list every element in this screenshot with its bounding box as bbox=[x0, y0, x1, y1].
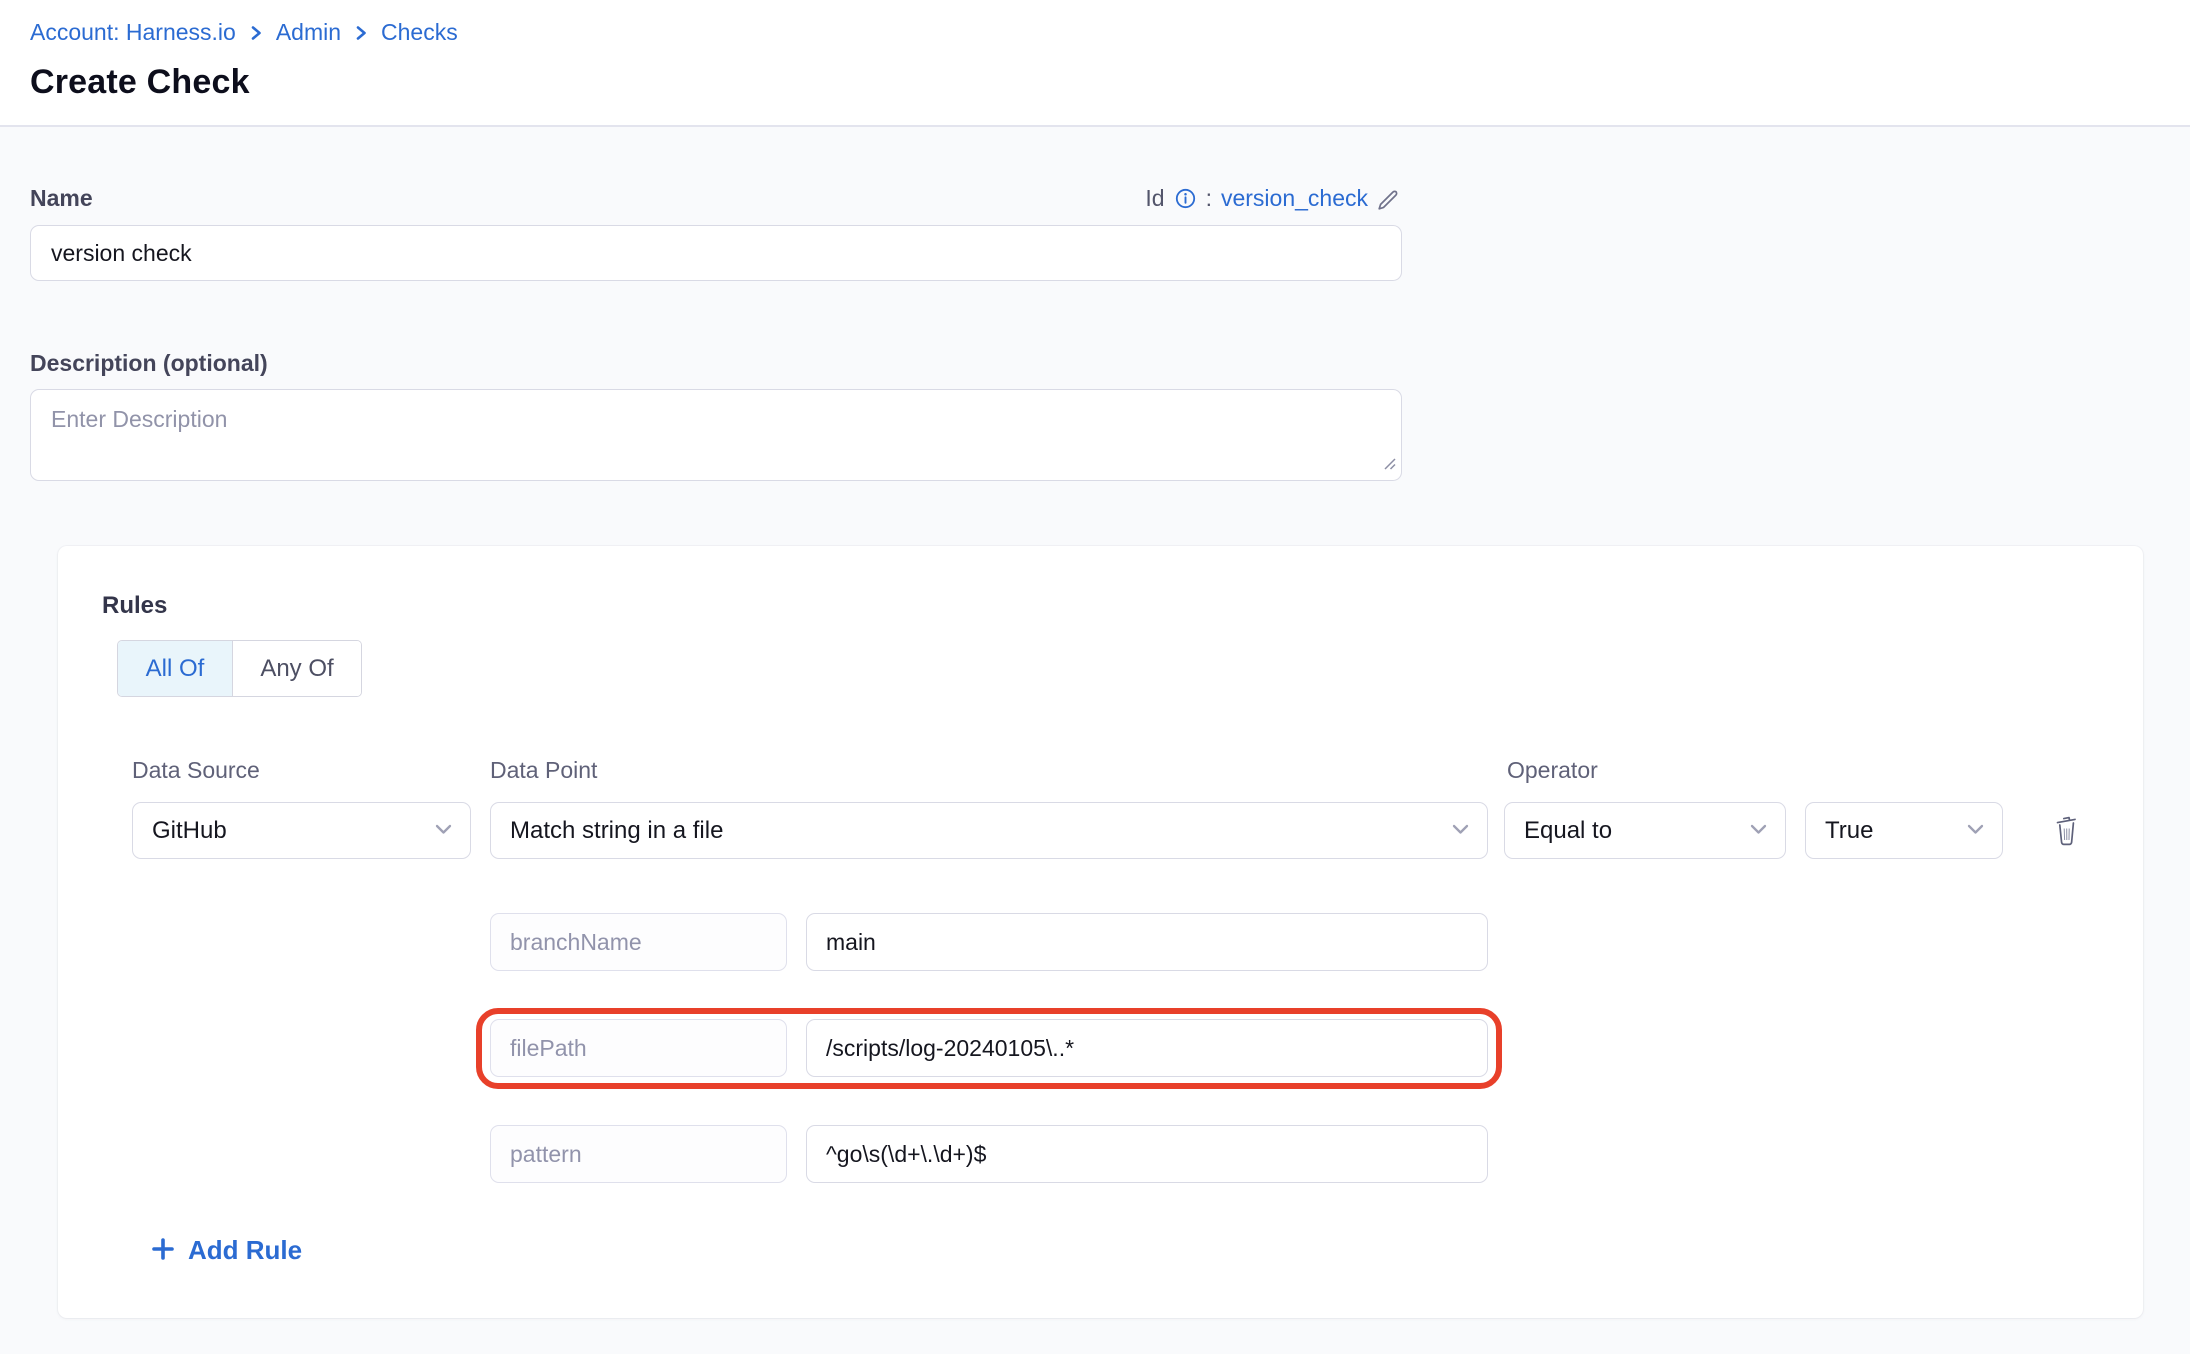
id-label: Id bbox=[1145, 185, 1164, 212]
description-label: Description (optional) bbox=[30, 349, 2160, 377]
breadcrumb-checks-link[interactable]: Checks bbox=[381, 18, 458, 46]
data-source-value: GitHub bbox=[152, 817, 227, 845]
data-source-label: Data Source bbox=[132, 756, 490, 784]
info-icon[interactable] bbox=[1174, 187, 1197, 210]
param-row-filepath: filePath bbox=[490, 1019, 1488, 1077]
pencil-icon[interactable] bbox=[1377, 186, 1402, 211]
name-label: Name bbox=[30, 184, 93, 212]
data-source-select[interactable]: GitHub bbox=[132, 802, 471, 859]
operator-value: Equal to bbox=[1524, 817, 1612, 845]
rules-card: Rules All Of Any Of Data Source Data Poi… bbox=[58, 546, 2143, 1318]
chevron-down-icon bbox=[1452, 822, 1469, 840]
param-key-filepath: filePath bbox=[490, 1019, 787, 1077]
param-key-branchname: branchName bbox=[490, 913, 787, 971]
toggle-any-of[interactable]: Any Of bbox=[233, 641, 361, 696]
chevron-right-icon bbox=[249, 24, 263, 42]
rule-row: GitHub Match string in a file Equal to bbox=[132, 802, 2143, 859]
plus-icon bbox=[150, 1236, 176, 1265]
param-key-pattern: pattern bbox=[490, 1125, 787, 1183]
breadcrumb: Account: Harness.io Admin Checks bbox=[30, 18, 2190, 46]
toggle-all-of[interactable]: All Of bbox=[118, 641, 233, 696]
data-point-select[interactable]: Match string in a file bbox=[490, 802, 1488, 859]
breadcrumb-admin-link[interactable]: Admin bbox=[276, 18, 341, 46]
operator-bool-value: True bbox=[1825, 817, 1873, 845]
rules-condition-toggle: All Of Any Of bbox=[117, 640, 362, 697]
param-value-branchname-input[interactable] bbox=[806, 913, 1488, 971]
rule-column-labels: Data Source Data Point Operator bbox=[132, 756, 2143, 784]
param-row-branchname: branchName bbox=[490, 913, 1488, 971]
rules-title: Rules bbox=[102, 546, 2143, 620]
create-check-page: Account: Harness.io Admin Checks Create … bbox=[0, 0, 2190, 1354]
description-textarea[interactable] bbox=[30, 389, 1402, 481]
data-point-label: Data Point bbox=[490, 756, 1507, 784]
description-field bbox=[30, 389, 1402, 481]
operator-select[interactable]: Equal to bbox=[1504, 802, 1786, 859]
form-content: Name Id : version_check Description (opt… bbox=[0, 184, 2190, 1318]
param-row-pattern: pattern bbox=[490, 1125, 1488, 1183]
id-row: Id : version_check bbox=[1145, 185, 1402, 212]
add-rule-button[interactable]: Add Rule bbox=[150, 1235, 302, 1266]
operator-bool-select[interactable]: True bbox=[1805, 802, 2003, 859]
breadcrumb-account-link[interactable]: Account: Harness.io bbox=[30, 18, 236, 46]
chevron-right-icon bbox=[354, 24, 368, 42]
resize-corner-icon[interactable] bbox=[1381, 455, 1396, 475]
operator-label: Operator bbox=[1507, 756, 1598, 784]
page-title: Create Check bbox=[30, 63, 2190, 102]
add-rule-label: Add Rule bbox=[188, 1235, 302, 1266]
chevron-down-icon bbox=[435, 822, 452, 840]
page-header: Account: Harness.io Admin Checks Create … bbox=[0, 0, 2190, 127]
name-field-header: Name Id : version_check bbox=[30, 184, 1402, 212]
delete-rule-button[interactable] bbox=[2053, 813, 2080, 849]
param-value-filepath-input[interactable] bbox=[806, 1019, 1488, 1077]
chevron-down-icon bbox=[1750, 822, 1767, 840]
id-separator: : bbox=[1206, 185, 1212, 212]
data-point-value: Match string in a file bbox=[510, 817, 723, 845]
name-input[interactable] bbox=[30, 225, 1402, 281]
trash-icon bbox=[2053, 813, 2080, 849]
id-value-link[interactable]: version_check bbox=[1221, 185, 1368, 212]
param-value-pattern-input[interactable] bbox=[806, 1125, 1488, 1183]
chevron-down-icon bbox=[1967, 822, 1984, 840]
